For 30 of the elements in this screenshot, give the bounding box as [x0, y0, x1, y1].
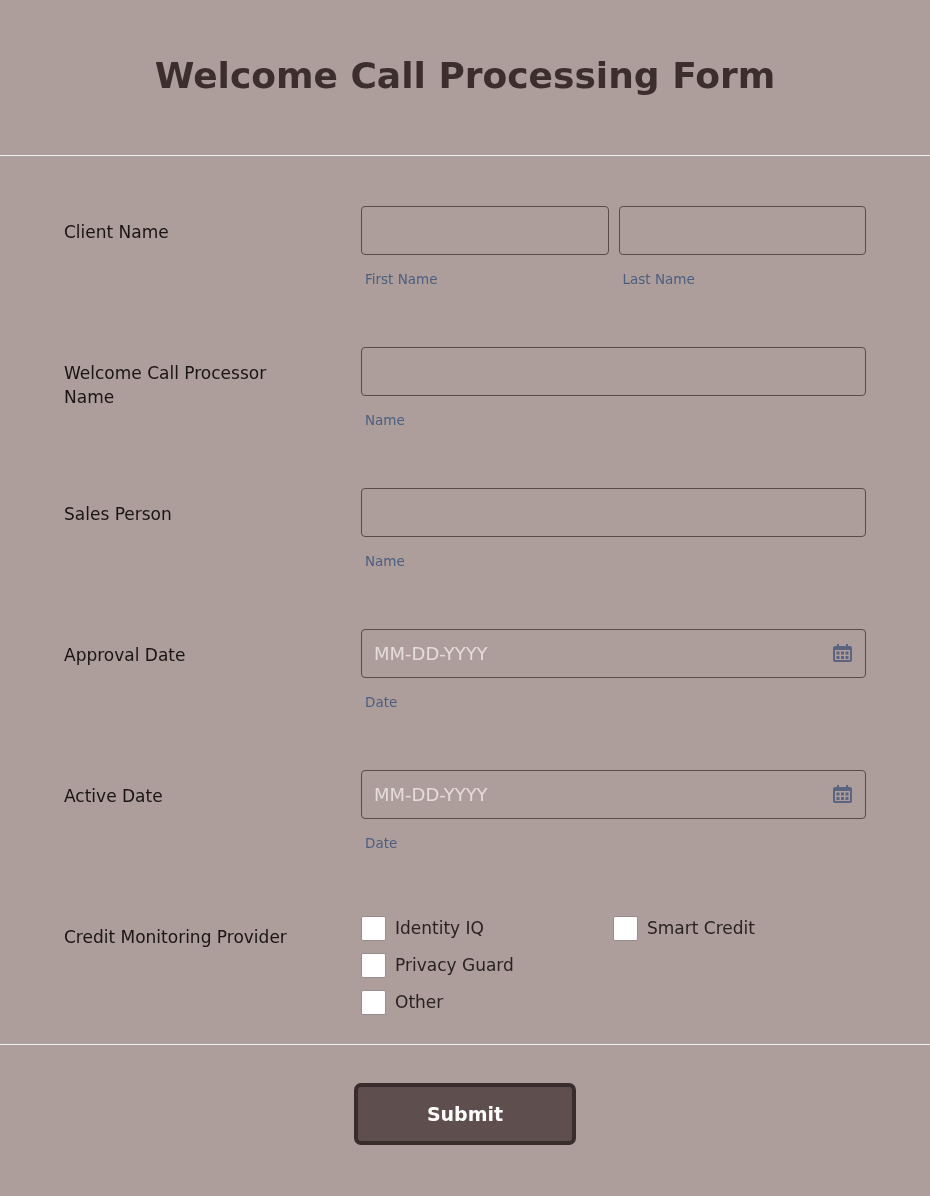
field-hint: Last Name — [621, 270, 695, 289]
checkbox[interactable] — [613, 916, 638, 941]
field-label: Client Name — [64, 222, 169, 242]
checkbox[interactable] — [361, 916, 386, 941]
date-field[interactable]: MM-DD-YYYY — [361, 770, 866, 819]
checkbox-label: Smart Credit — [647, 917, 755, 940]
field-label: Sales Person — [64, 504, 172, 524]
field-hint: Name — [364, 411, 405, 430]
field-hint: Name — [364, 552, 405, 571]
input-field[interactable] — [361, 206, 609, 255]
input-field[interactable] — [618, 206, 866, 255]
field-label: Approval Date — [64, 645, 186, 665]
input-field[interactable] — [361, 488, 866, 537]
field-hint: First Name — [364, 270, 438, 289]
form-title: Welcome Call Processing Form — [154, 53, 776, 98]
checkbox[interactable] — [361, 990, 386, 1015]
checkbox[interactable] — [361, 953, 386, 978]
checkbox-label: Other — [395, 991, 444, 1014]
calendar-icon[interactable] — [833, 785, 852, 803]
field-hint: Date — [364, 834, 398, 853]
field-label: Credit Monitoring Provider — [64, 927, 287, 947]
date-field[interactable]: MM-DD-YYYY — [361, 629, 866, 678]
field-label: Welcome Call Processor Name — [64, 363, 267, 407]
checkbox-label: Privacy Guard — [395, 954, 514, 977]
field-hint: Date — [364, 693, 398, 712]
field-label: Active Date — [64, 786, 163, 806]
submit-button[interactable]: Submit — [354, 1083, 576, 1145]
checkbox-label: Identity IQ — [395, 917, 484, 940]
input-field[interactable] — [361, 347, 866, 396]
calendar-icon[interactable] — [833, 644, 852, 662]
